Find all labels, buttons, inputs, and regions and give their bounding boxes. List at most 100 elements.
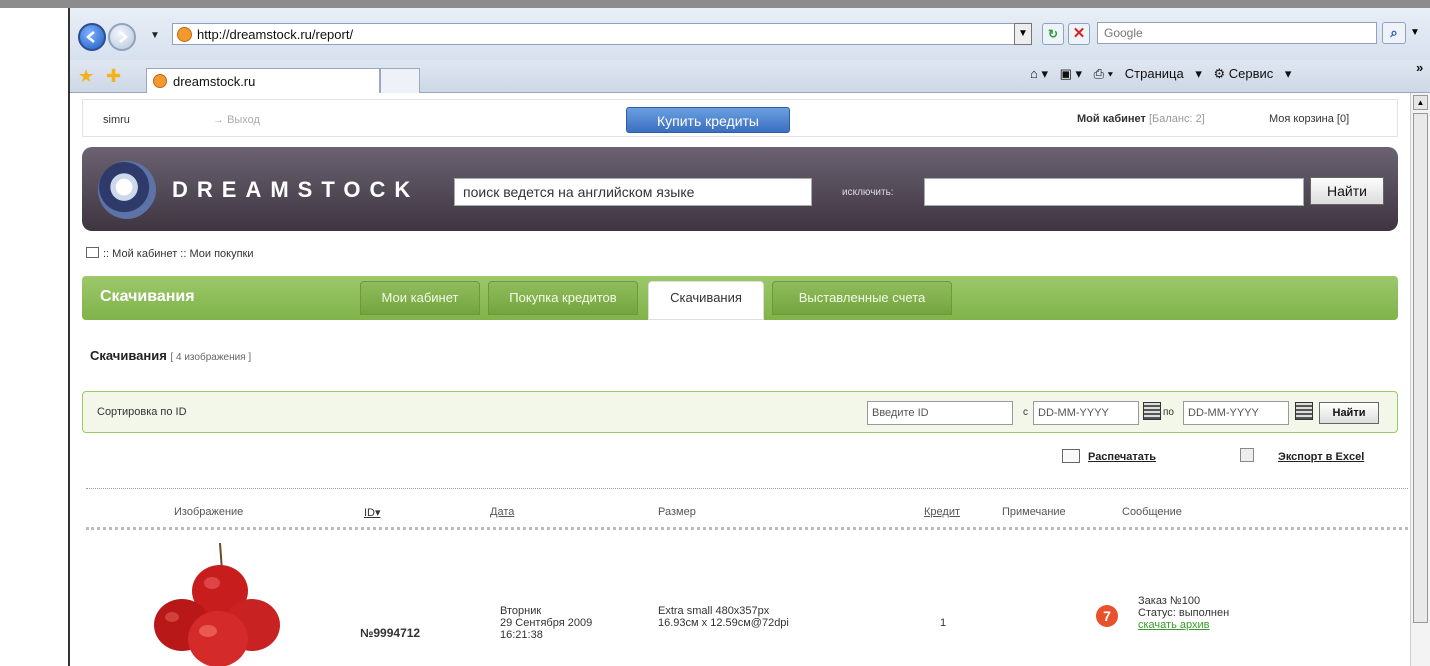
header-divider [86, 527, 1408, 530]
cart-link[interactable]: Моя корзина [0] [1269, 113, 1349, 125]
calendar-icon[interactable] [1295, 402, 1313, 420]
forward-button[interactable] [108, 23, 136, 51]
downloads-heading: Скачивания [ 4 изображения ] [90, 348, 251, 363]
search-button[interactable]: Найти [1310, 177, 1384, 205]
col-header-date[interactable]: Дата [490, 506, 514, 518]
browser-search-input[interactable]: Google [1097, 22, 1377, 44]
top-user-bar: simru → Выход Купить кредиты Мой кабинет… [82, 99, 1398, 137]
breadcrumb-text[interactable]: :: Мой кабинет :: Мои покупки [103, 248, 254, 260]
row-date-full: 29 Сентября 2009 [500, 617, 593, 629]
site-header: DREAMSTOCK поиск ведется на английском я… [82, 147, 1398, 231]
print-link[interactable]: Распечатать [1088, 451, 1156, 463]
arrow-left-icon [86, 31, 95, 43]
col-header-image: Изображение [174, 506, 244, 518]
page-viewport: simru → Выход Купить кредиты Мой кабинет… [70, 93, 1410, 666]
download-archive-link[interactable]: скачать архив [1138, 619, 1229, 631]
excel-icon[interactable] [1240, 448, 1254, 462]
search-input[interactable]: поиск ведется на английском языке [454, 178, 812, 206]
search-provider-dropdown-icon[interactable]: ▼ [1408, 22, 1422, 44]
address-input[interactable]: http://dreamstock.ru/report/ [172, 23, 1032, 45]
history-dropdown-icon[interactable]: ▼ [150, 30, 160, 41]
vertical-scrollbar[interactable]: ▲ [1410, 93, 1430, 666]
tab-title: dreamstock.ru [173, 74, 256, 89]
scroll-up-icon[interactable]: ▲ [1413, 95, 1428, 110]
new-tab-button[interactable] [380, 68, 420, 94]
calendar-icon[interactable] [1143, 402, 1161, 420]
callout-number-badge: 7 [1096, 605, 1118, 627]
tab-buy-credits[interactable]: Покупка кредитов [488, 281, 638, 315]
date-to-label: по [1163, 407, 1174, 418]
service-menu[interactable]: ⚙ Сервис ▾ [1213, 66, 1291, 81]
feeds-icon[interactable]: ▣ ▾ [1060, 66, 1082, 81]
cabinet-link[interactable]: Мой кабинет [Баланс: 2] [1077, 113, 1205, 125]
logo-icon[interactable] [98, 161, 156, 219]
printer-icon[interactable] [1062, 449, 1080, 463]
breadcrumb: :: Мой кабинет :: Мои покупки [86, 247, 254, 260]
tab-cabinet[interactable]: Мои кабинет [360, 281, 480, 315]
filter-bar: Сортировка по ID Введите ID с DD-MM-YYYY… [82, 391, 1398, 433]
outer-frame-left [0, 8, 70, 666]
col-header-message: Сообщение [1122, 506, 1182, 518]
divider [86, 488, 1408, 489]
tab-favicon-icon [153, 74, 167, 88]
id-input[interactable]: Введите ID [867, 401, 1013, 425]
tab-invoices[interactable]: Выставленные счета [772, 281, 952, 315]
cabinet-label: Мой кабинет [1077, 113, 1146, 125]
row-credit: 1 [940, 617, 947, 629]
filter-find-button[interactable]: Найти [1319, 402, 1379, 424]
section-nav-bar: Скачивания Мои кабинет Покупка кредитов … [82, 276, 1398, 320]
row-message: Заказ №100 Статус: выполнен скачать архи… [1138, 595, 1229, 631]
logout-label: Выход [227, 114, 260, 126]
row-order: Заказ №100 [1138, 595, 1201, 607]
exclude-label: исключить: [842, 187, 894, 198]
refresh-button[interactable]: ↻ [1042, 23, 1064, 45]
export-excel-link[interactable]: Экспорт в Excel [1278, 451, 1364, 463]
home-icon[interactable]: ⌂ ▾ [1030, 66, 1048, 81]
back-button[interactable] [78, 23, 106, 51]
sort-by-id-label: Сортировка по ID [97, 406, 187, 418]
browser-tab[interactable]: dreamstock.ru [146, 68, 380, 94]
exclude-input[interactable] [924, 178, 1304, 206]
browser-window: ▼ http://dreamstock.ru/report/ ▼ ↻ ✕ Goo… [70, 8, 1430, 666]
username: simru [103, 114, 130, 126]
print-toolbar-icon[interactable]: ⎙ ▾ [1094, 66, 1113, 81]
tab-downloads[interactable]: Скачивания [648, 281, 764, 320]
row-size-px: Extra small 480x357px [658, 605, 770, 617]
downloads-heading-text: Скачивания [90, 348, 167, 363]
address-text: http://dreamstock.ru/report/ [197, 27, 354, 42]
service-menu-label: Сервис [1228, 66, 1274, 81]
apples-thumbnail[interactable] [152, 543, 282, 666]
home-breadcrumb-icon[interactable] [86, 247, 99, 258]
stop-button[interactable]: ✕ [1068, 23, 1090, 45]
row-date: Вторник 29 Сентября 2009 16:21:38 [500, 605, 592, 641]
page-menu[interactable]: Страница ▾ [1125, 66, 1202, 81]
site-logo-text[interactable]: DREAMSTOCK [172, 177, 419, 203]
col-header-credit[interactable]: Кредит [924, 506, 960, 518]
address-toolbar: ▼ http://dreamstock.ru/report/ ▼ ↻ ✕ Goo… [70, 8, 1430, 60]
row-date-day: Вторник [500, 605, 542, 617]
arrow-right-icon [119, 31, 128, 43]
favorites-star-icon[interactable]: ★ [78, 66, 94, 87]
row-time: 16:21:38 [500, 629, 543, 641]
toolbar-overflow-icon[interactable]: » [1416, 60, 1423, 75]
scroll-thumb[interactable] [1413, 113, 1428, 623]
col-header-note: Примечание [1002, 506, 1066, 518]
col-header-size: Размер [658, 506, 696, 518]
row-id: №9994712 [360, 626, 421, 640]
row-size: Extra small 480x357px 16.93см x 12.59см@… [658, 605, 789, 629]
buy-credits-button[interactable]: Купить кредиты [626, 107, 790, 133]
row-status: Статус: выполнен [1138, 607, 1230, 619]
balance: [Баланс: 2] [1148, 113, 1205, 125]
search-icon[interactable]: ⌕ [1382, 22, 1406, 44]
logout-link[interactable]: → Выход [213, 114, 260, 126]
date-from-input[interactable]: DD-MM-YYYY [1033, 401, 1139, 425]
address-dropdown-button[interactable]: ▼ [1014, 23, 1032, 45]
date-from-label: с [1023, 407, 1028, 418]
date-to-input[interactable]: DD-MM-YYYY [1183, 401, 1289, 425]
add-favorite-icon[interactable]: ✚ [106, 66, 121, 87]
section-title: Скачивания [100, 288, 195, 305]
page-menu-label: Страница [1124, 66, 1184, 81]
command-bar: ⌂ ▾ ▣ ▾ ⎙ ▾ Страница ▾ ⚙ Сервис ▾ [1030, 66, 1299, 82]
outer-frame-top [0, 0, 1430, 8]
col-header-id[interactable]: ID▾ [364, 506, 381, 519]
